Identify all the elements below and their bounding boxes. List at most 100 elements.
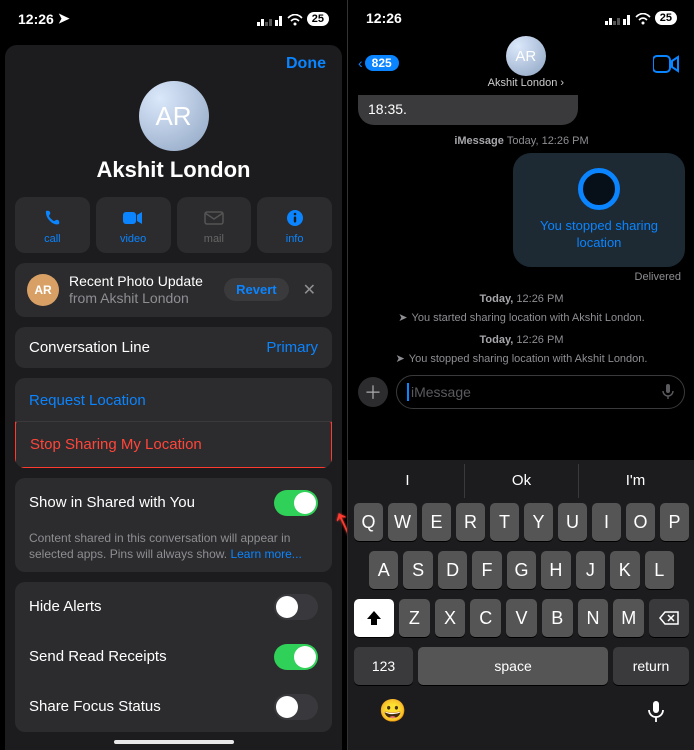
key-shift[interactable] [354,599,394,637]
mail-icon [181,207,248,229]
emoji-button[interactable]: 😀 [379,698,406,724]
show-shared-row[interactable]: Show in Shared with You [15,478,332,528]
timestamp-divider: iMessage Today, 12:26 PM [358,135,685,147]
prediction-1[interactable]: I [351,464,464,498]
prediction-3[interactable]: I'm [578,464,692,498]
compose-bar: ＋ iMessage [348,367,694,417]
back-button[interactable]: ‹ 825 [358,55,399,71]
key-space[interactable]: space [418,647,608,685]
attach-button[interactable]: ＋ [358,377,388,407]
shared-with-you-card: Show in Shared with You Content shared i… [15,478,332,572]
focus-status-row[interactable]: Share Focus Status [15,682,332,732]
system-timestamp-2: Today, 12:26 PM [358,334,685,346]
key-123[interactable]: 123 [354,647,413,685]
key-backspace[interactable] [649,599,689,637]
message-input[interactable]: iMessage [396,375,685,409]
key-u[interactable]: U [558,503,587,541]
key-k[interactable]: K [610,551,639,589]
video-icon [100,207,167,229]
key-o[interactable]: O [626,503,655,541]
key-p[interactable]: P [660,503,689,541]
video-button[interactable]: video [96,197,171,253]
nav-contact[interactable]: AR Akshit London › [488,36,564,89]
read-receipts-toggle[interactable] [274,644,318,670]
key-h[interactable]: H [541,551,570,589]
status-bar: 12:26 25 [348,0,694,30]
system-timestamp-1: Today, 12:26 PM [358,293,685,305]
key-l[interactable]: L [645,551,674,589]
avatar[interactable]: AR [139,81,209,151]
quick-actions: call video mail info [5,197,342,253]
stop-sharing-button[interactable]: Stop Sharing My Location [15,421,332,468]
hide-alerts-row[interactable]: Hide Alerts [15,582,332,632]
mail-button: mail [177,197,252,253]
key-z[interactable]: Z [399,599,430,637]
dictation-icon[interactable] [662,383,674,400]
location-arrow-icon: ➤ [396,353,405,365]
read-receipts-row[interactable]: Send Read Receipts [15,632,332,682]
chevron-left-icon: ‹ [358,55,363,71]
hide-alerts-toggle[interactable] [274,594,318,620]
photo-update-title: Recent Photo Update [69,273,214,290]
message-bubble-prev[interactable]: 18:35. [358,95,578,125]
conversation-line-row[interactable]: Conversation Line Primary [15,327,332,368]
home-indicator[interactable] [114,740,234,744]
message-thread[interactable]: 18:35. iMessage Today, 12:26 PM You stop… [348,91,694,365]
system-message-1: ➤You started sharing location with Akshi… [358,311,685,324]
key-d[interactable]: D [438,551,467,589]
location-bubble-text: You stopped sharing location [524,218,674,252]
prediction-bar: I Ok I'm [351,464,692,498]
show-shared-toggle[interactable] [274,490,318,516]
request-location-button[interactable]: Request Location [15,378,332,423]
read-receipts-label: Send Read Receipts [29,648,167,665]
dual-signal-icon [257,11,283,27]
key-a[interactable]: A [369,551,398,589]
key-w[interactable]: W [388,503,417,541]
show-shared-label: Show in Shared with You [29,494,195,511]
key-t[interactable]: T [490,503,519,541]
dismiss-button[interactable]: ✕ [299,280,320,300]
key-m[interactable]: M [613,599,644,637]
key-q[interactable]: Q [354,503,383,541]
hide-alerts-label: Hide Alerts [29,598,102,615]
key-j[interactable]: J [576,551,605,589]
photo-update-card[interactable]: AR Recent Photo Update from Akshit Londo… [15,263,332,317]
key-row-4: 123 space return [351,642,692,690]
key-e[interactable]: E [422,503,451,541]
key-return[interactable]: return [613,647,689,685]
nav-bar: ‹ 825 AR Akshit London › [348,30,694,91]
revert-button[interactable]: Revert [224,278,288,301]
chevron-right-icon: › [557,77,564,89]
status-icons: 25 [605,10,677,26]
key-g[interactable]: G [507,551,536,589]
location-card: Request Location Stop Sharing My Locatio… [15,378,332,468]
done-button[interactable]: Done [286,55,326,72]
info-button[interactable]: info [257,197,332,253]
key-c[interactable]: C [470,599,501,637]
status-icons: 25 [257,11,329,27]
contact-name: Akshit London [5,157,342,183]
key-v[interactable]: V [506,599,537,637]
prediction-2[interactable]: Ok [464,464,578,498]
key-s[interactable]: S [403,551,432,589]
dictation-button[interactable] [648,698,664,724]
video-label: video [100,233,167,245]
location-bubble[interactable]: You stopped sharing location [513,153,685,267]
call-button[interactable]: call [15,197,90,253]
location-arrow-icon: ➤ [58,10,70,27]
key-x[interactable]: X [435,599,466,637]
key-f[interactable]: F [472,551,501,589]
key-b[interactable]: B [542,599,573,637]
focus-status-toggle[interactable] [274,694,318,720]
shared-help-text: Content shared in this conversation will… [15,528,332,572]
system-message-2: ➤You stopped sharing location with Akshi… [358,352,685,365]
key-r[interactable]: R [456,503,485,541]
key-row-3: Z X C V B N M [351,594,692,642]
mail-label: mail [181,233,248,245]
facetime-button[interactable] [653,50,685,76]
key-n[interactable]: N [578,599,609,637]
learn-more-link[interactable]: Learn more... [230,547,301,561]
key-y[interactable]: Y [524,503,553,541]
contact-sheet: Done AR Akshit London call video [5,45,342,750]
key-i[interactable]: I [592,503,621,541]
